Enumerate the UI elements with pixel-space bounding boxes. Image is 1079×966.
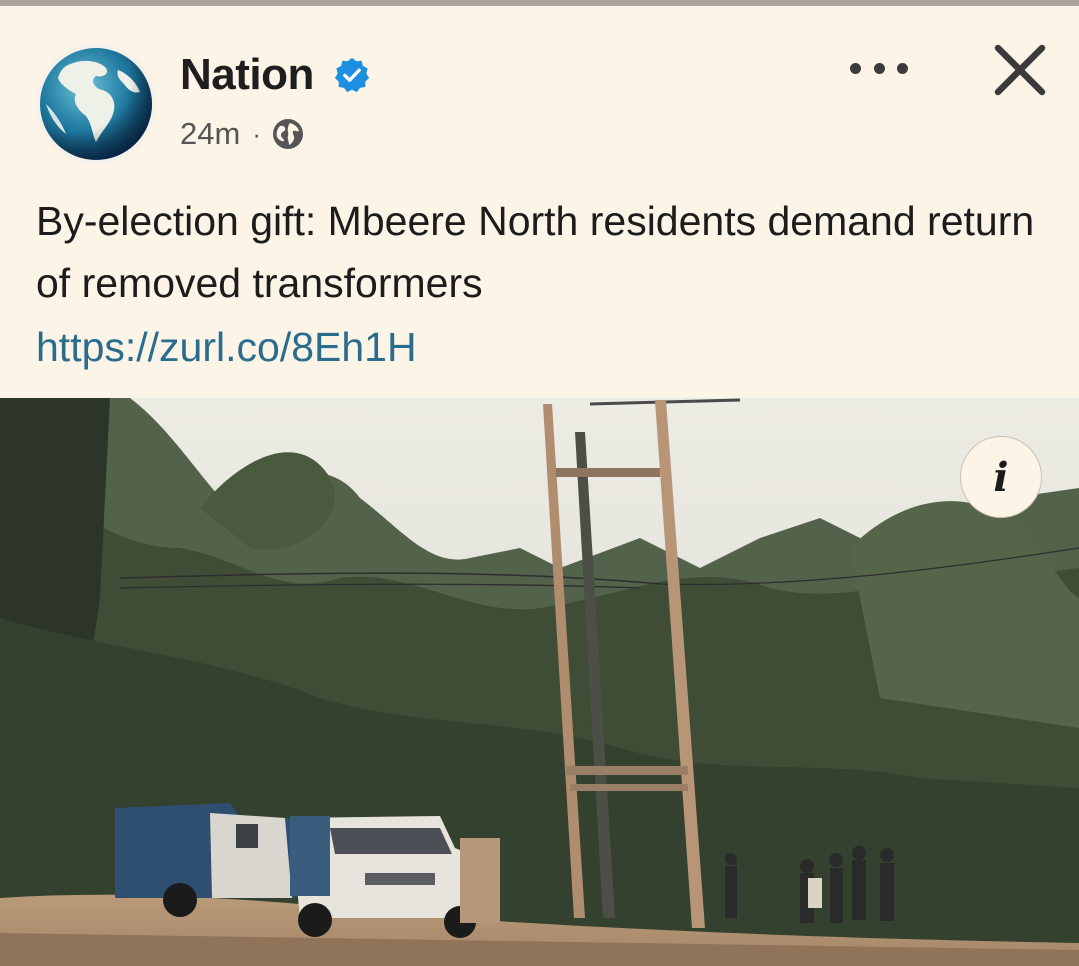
more-options-icon xyxy=(850,62,861,74)
globe-icon xyxy=(272,119,303,149)
photo-image xyxy=(0,398,1079,966)
page-avatar[interactable] xyxy=(36,44,156,164)
top-divider xyxy=(0,0,1079,6)
post-card: Nation 24m · By-election gift: Mbeere No… xyxy=(0,0,1079,966)
meta-separator: · xyxy=(252,118,261,149)
post-time[interactable]: 24m xyxy=(180,116,240,152)
more-options-button[interactable] xyxy=(844,48,914,88)
post-link[interactable]: https://zurl.co/8Eh1H xyxy=(36,316,417,378)
verified-badge-icon xyxy=(334,57,370,93)
more-options-dot xyxy=(897,62,908,74)
post-text: By-election gift: Mbeere North residents… xyxy=(36,198,1035,306)
image-info-button[interactable]: i xyxy=(960,436,1042,518)
more-options-dot xyxy=(873,62,885,74)
post-photo[interactable] xyxy=(0,398,1079,966)
page-name[interactable]: Nation xyxy=(180,50,314,100)
globe-logo-icon xyxy=(36,44,156,164)
post-meta: 24m · xyxy=(180,114,305,154)
close-icon[interactable] xyxy=(990,40,1050,100)
